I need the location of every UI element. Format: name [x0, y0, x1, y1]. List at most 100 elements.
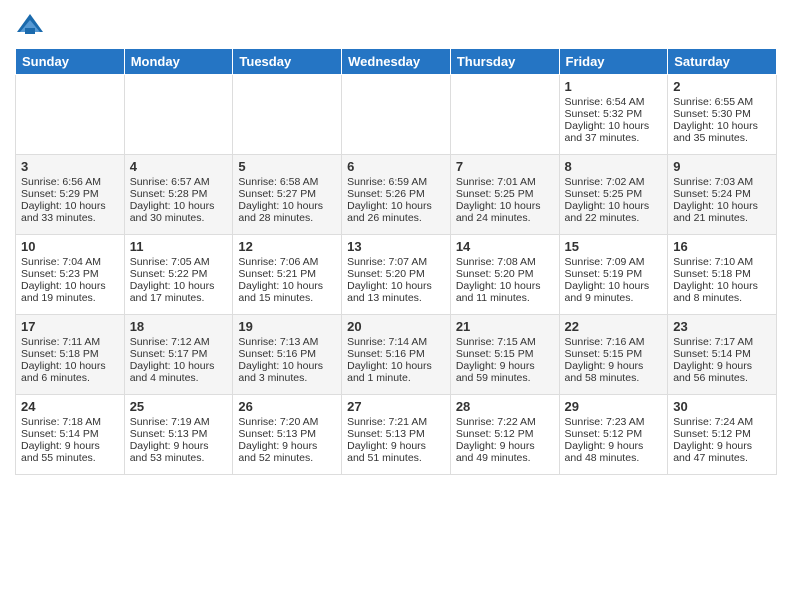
day-info: Sunset: 5:28 PM: [130, 188, 228, 200]
day-number: 16: [673, 239, 771, 254]
week-row-2: 3Sunrise: 6:56 AMSunset: 5:29 PMDaylight…: [16, 155, 777, 235]
day-info: Daylight: 10 hours and 24 minutes.: [456, 200, 554, 224]
day-number: 23: [673, 319, 771, 334]
day-info: Sunrise: 7:18 AM: [21, 416, 119, 428]
day-info: Sunset: 5:14 PM: [21, 428, 119, 440]
calendar-cell: 27Sunrise: 7:21 AMSunset: 5:13 PMDayligh…: [342, 395, 451, 475]
day-number: 12: [238, 239, 336, 254]
calendar-cell: 1Sunrise: 6:54 AMSunset: 5:32 PMDaylight…: [559, 75, 668, 155]
day-info: Sunset: 5:26 PM: [347, 188, 445, 200]
day-number: 24: [21, 399, 119, 414]
day-info: Sunrise: 7:16 AM: [565, 336, 663, 348]
day-info: Daylight: 9 hours and 59 minutes.: [456, 360, 554, 384]
day-info: Sunset: 5:14 PM: [673, 348, 771, 360]
calendar-table: SundayMondayTuesdayWednesdayThursdayFrid…: [15, 48, 777, 475]
day-info: Sunrise: 6:55 AM: [673, 96, 771, 108]
calendar-cell: 2 Sunrise: 6:55 AMSunset: 5:30 PMDaylight…: [668, 75, 777, 155]
weekday-header-row: SundayMondayTuesdayWednesdayThursdayFrid…: [16, 49, 777, 75]
day-info: Sunrise: 7:23 AM: [565, 416, 663, 428]
day-number: 2: [673, 79, 771, 94]
day-info: Daylight: 10 hours and 26 minutes.: [347, 200, 445, 224]
page-container: SundayMondayTuesdayWednesdayThursdayFrid…: [0, 0, 792, 485]
day-info: Daylight: 10 hours and 1 minute.: [347, 360, 445, 384]
week-row-3: 10Sunrise: 7:04 AMSunset: 5:23 PMDayligh…: [16, 235, 777, 315]
day-number: 5: [238, 159, 336, 174]
calendar-cell: 13Sunrise: 7:07 AMSunset: 5:20 PMDayligh…: [342, 235, 451, 315]
day-info: Sunset: 5:13 PM: [130, 428, 228, 440]
weekday-header-sunday: Sunday: [16, 49, 125, 75]
day-info: Sunrise: 7:08 AM: [456, 256, 554, 268]
day-info: Sunset: 5:25 PM: [565, 188, 663, 200]
day-info: Sunrise: 7:22 AM: [456, 416, 554, 428]
day-info: Sunset: 5:13 PM: [238, 428, 336, 440]
day-info: Daylight: 10 hours and 4 minutes.: [130, 360, 228, 384]
day-info: Daylight: 10 hours and 35 minutes.: [673, 120, 771, 144]
day-number: 20: [347, 319, 445, 334]
day-number: 14: [456, 239, 554, 254]
calendar-cell: 18Sunrise: 7:12 AMSunset: 5:17 PMDayligh…: [124, 315, 233, 395]
calendar-cell: 23 Sunrise: 7:17 AMSunset: 5:14 PMDayligh…: [668, 315, 777, 395]
week-row-1: 1Sunrise: 6:54 AMSunset: 5:32 PMDaylight…: [16, 75, 777, 155]
day-info: Sunrise: 7:05 AM: [130, 256, 228, 268]
calendar-cell: 20Sunrise: 7:14 AMSunset: 5:16 PMDayligh…: [342, 315, 451, 395]
day-number: 1: [565, 79, 663, 94]
day-info: Sunrise: 7:15 AM: [456, 336, 554, 348]
calendar-cell: 6Sunrise: 6:59 AMSunset: 5:26 PMDaylight…: [342, 155, 451, 235]
calendar-cell: [233, 75, 342, 155]
day-number: 17: [21, 319, 119, 334]
calendar-cell: 4Sunrise: 6:57 AMSunset: 5:28 PMDaylight…: [124, 155, 233, 235]
calendar-cell: 11Sunrise: 7:05 AMSunset: 5:22 PMDayligh…: [124, 235, 233, 315]
day-number: 19: [238, 319, 336, 334]
day-number: 26: [238, 399, 336, 414]
calendar-cell: [342, 75, 451, 155]
calendar-cell: [124, 75, 233, 155]
day-number: 9: [673, 159, 771, 174]
calendar-cell: 26Sunrise: 7:20 AMSunset: 5:13 PMDayligh…: [233, 395, 342, 475]
day-number: 10: [21, 239, 119, 254]
day-info: Sunrise: 6:54 AM: [565, 96, 663, 108]
day-info: Sunset: 5:20 PM: [347, 268, 445, 280]
day-info: Sunrise: 7:21 AM: [347, 416, 445, 428]
day-info: Sunset: 5:19 PM: [565, 268, 663, 280]
day-info: Sunrise: 7:09 AM: [565, 256, 663, 268]
day-info: Sunset: 5:27 PM: [238, 188, 336, 200]
day-info: Sunrise: 7:04 AM: [21, 256, 119, 268]
calendar-cell: 10Sunrise: 7:04 AMSunset: 5:23 PMDayligh…: [16, 235, 125, 315]
calendar-cell: 29Sunrise: 7:23 AMSunset: 5:12 PMDayligh…: [559, 395, 668, 475]
day-info: Daylight: 10 hours and 33 minutes.: [21, 200, 119, 224]
day-info: Daylight: 9 hours and 53 minutes.: [130, 440, 228, 464]
day-info: Sunset: 5:20 PM: [456, 268, 554, 280]
day-info: Daylight: 10 hours and 11 minutes.: [456, 280, 554, 304]
day-number: 25: [130, 399, 228, 414]
day-number: 8: [565, 159, 663, 174]
day-info: Daylight: 10 hours and 15 minutes.: [238, 280, 336, 304]
day-info: Daylight: 9 hours and 52 minutes.: [238, 440, 336, 464]
day-info: Sunset: 5:15 PM: [456, 348, 554, 360]
day-info: Daylight: 9 hours and 48 minutes.: [565, 440, 663, 464]
weekday-header-wednesday: Wednesday: [342, 49, 451, 75]
weekday-header-tuesday: Tuesday: [233, 49, 342, 75]
day-number: 18: [130, 319, 228, 334]
day-info: Sunrise: 7:02 AM: [565, 176, 663, 188]
day-info: Sunset: 5:30 PM: [673, 108, 771, 120]
day-info: Sunrise: 7:17 AM: [673, 336, 771, 348]
calendar-cell: [450, 75, 559, 155]
day-info: Sunset: 5:18 PM: [673, 268, 771, 280]
day-number: 22: [565, 319, 663, 334]
day-number: 7: [456, 159, 554, 174]
day-number: 21: [456, 319, 554, 334]
day-info: Sunrise: 7:13 AM: [238, 336, 336, 348]
day-info: Sunrise: 6:56 AM: [21, 176, 119, 188]
calendar-cell: 7Sunrise: 7:01 AMSunset: 5:25 PMDaylight…: [450, 155, 559, 235]
day-info: Sunrise: 6:59 AM: [347, 176, 445, 188]
day-info: Sunset: 5:12 PM: [673, 428, 771, 440]
calendar-cell: 28Sunrise: 7:22 AMSunset: 5:12 PMDayligh…: [450, 395, 559, 475]
day-info: Sunset: 5:24 PM: [673, 188, 771, 200]
calendar-cell: [16, 75, 125, 155]
day-info: Daylight: 10 hours and 9 minutes.: [565, 280, 663, 304]
day-info: Sunrise: 7:19 AM: [130, 416, 228, 428]
day-info: Sunrise: 6:57 AM: [130, 176, 228, 188]
calendar-cell: 15Sunrise: 7:09 AMSunset: 5:19 PMDayligh…: [559, 235, 668, 315]
day-info: Daylight: 9 hours and 56 minutes.: [673, 360, 771, 384]
day-info: Sunset: 5:22 PM: [130, 268, 228, 280]
